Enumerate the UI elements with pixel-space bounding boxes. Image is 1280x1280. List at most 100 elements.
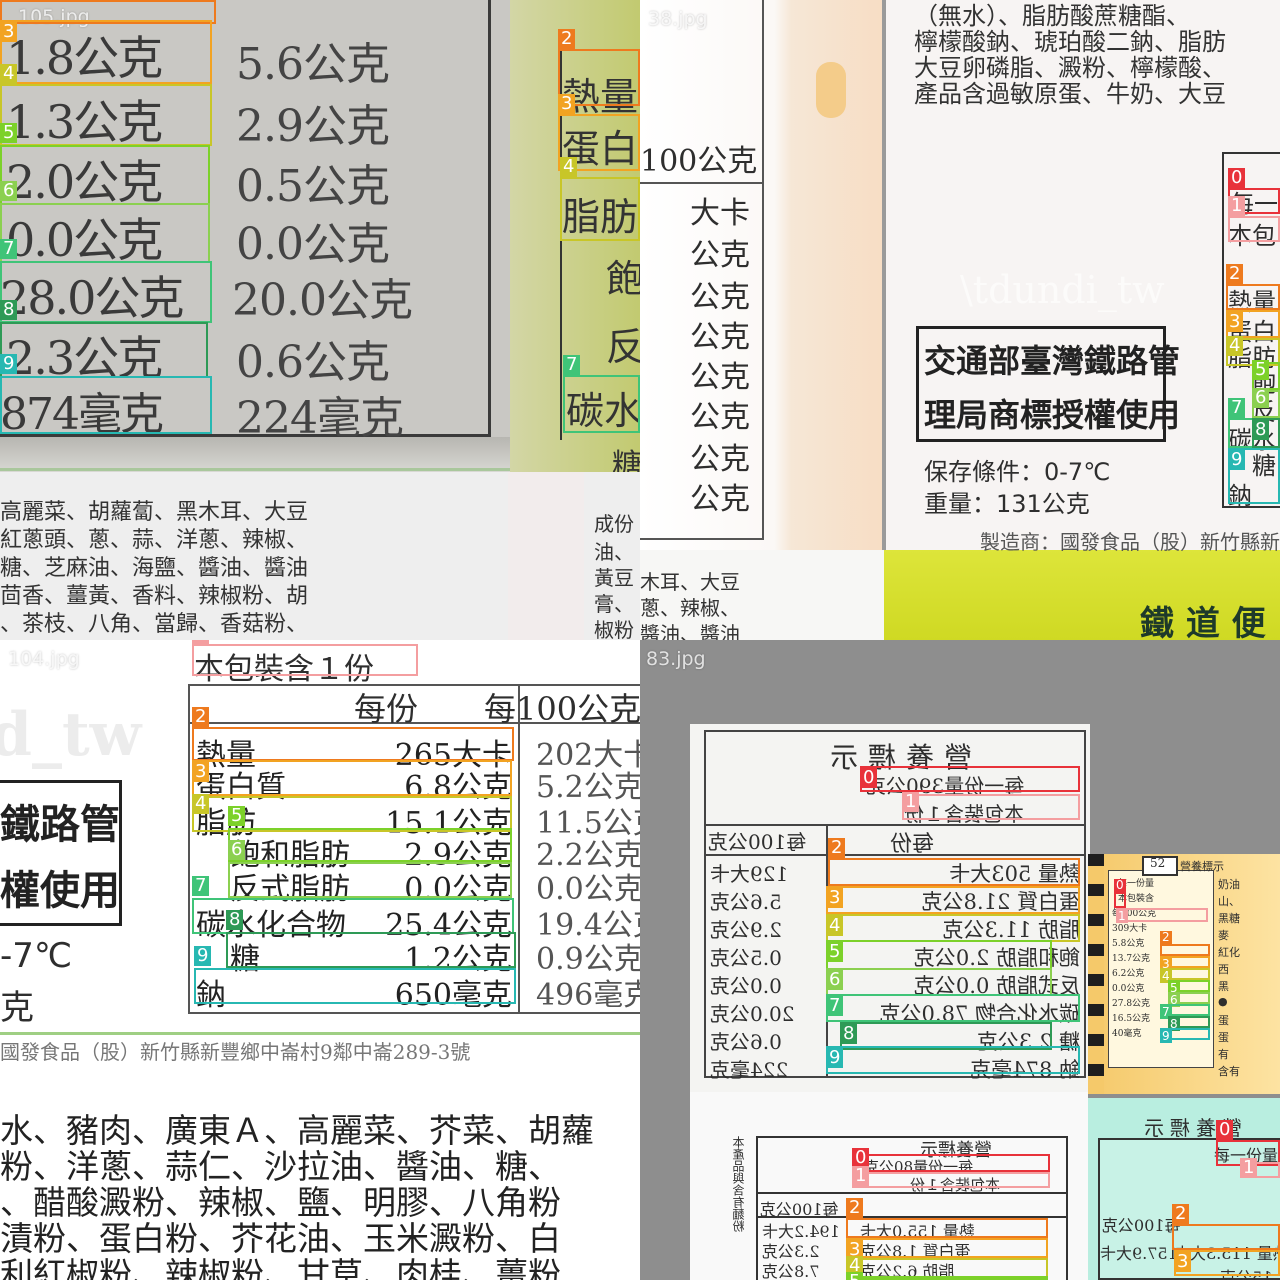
label-row: 5.8公克 bbox=[1112, 939, 1145, 949]
per-100g-value: 496毫克 bbox=[536, 978, 640, 1013]
bbox-class-3: 3 bbox=[1226, 310, 1280, 338]
bbox-class-9: 9 bbox=[1228, 448, 1280, 504]
side-ingredient: 椒粉 bbox=[594, 618, 634, 640]
table-border bbox=[188, 684, 190, 1014]
weight-text: 克 bbox=[0, 988, 34, 1028]
side-text: 本產品與含有麵粉 bbox=[732, 1136, 746, 1232]
side-label: 反 bbox=[606, 325, 640, 369]
table-value: 2.9公克 bbox=[236, 101, 390, 152]
trademark-line: 鐵路管 bbox=[0, 802, 120, 848]
unit-label: 公克 bbox=[690, 360, 750, 395]
bbox-label-icon: 1 bbox=[1228, 196, 1246, 216]
bbox-label-icon: 7 bbox=[826, 996, 844, 1016]
bbox-class-4: 4 bbox=[1160, 968, 1210, 983]
bbox-class-1: 1 bbox=[902, 792, 1080, 820]
label-row-100g: 0.6公克 bbox=[710, 1030, 782, 1054]
bbox-class-8: 8 bbox=[0, 300, 208, 378]
bbox-class-4: 4 bbox=[846, 1256, 1048, 1278]
bbox-label-icon: 3 bbox=[192, 762, 210, 782]
table-border bbox=[640, 182, 764, 184]
bbox-class-7: 7 bbox=[0, 239, 212, 323]
bbox-class-6: 6 bbox=[228, 840, 512, 898]
bbox-label-icon: 2 bbox=[1226, 264, 1244, 284]
bbox-class-3: 3 bbox=[192, 760, 512, 796]
bbox-label-icon: 3 bbox=[1226, 312, 1244, 332]
image-filename: 104.jpg bbox=[8, 648, 80, 670]
label-row-100g: 5.6公克 bbox=[710, 890, 782, 914]
bbox-label-icon: 7 bbox=[563, 355, 581, 375]
package-edge bbox=[508, 472, 584, 640]
trademark-line: 交通部臺灣鐵路管 bbox=[924, 342, 1181, 380]
label-header: 每100公克 bbox=[760, 1200, 839, 1219]
label-row-100g: 129大卡 bbox=[710, 862, 789, 886]
table-header: 100公克 bbox=[640, 144, 758, 179]
bbox-label-icon: 2 bbox=[192, 707, 210, 727]
bbox-label-icon: 7 bbox=[0, 239, 18, 259]
unit-label: 公克 bbox=[690, 280, 750, 315]
trademark-line: 理局商標授權使用 bbox=[924, 396, 1181, 434]
bbox-class-3: 3 bbox=[0, 20, 212, 84]
bbox-label-icon: 7 bbox=[192, 876, 210, 896]
peach-spot bbox=[816, 62, 846, 118]
label-row: 40毫克 bbox=[1112, 1029, 1142, 1039]
manufacturer-text: 製造商：國發食品（股）新竹縣新 bbox=[980, 530, 1280, 554]
bbox-label-icon: 1 bbox=[852, 1166, 870, 1186]
table-border bbox=[518, 684, 520, 1014]
table-value: 0.0公克 bbox=[236, 219, 390, 270]
bbox-label-icon: 9 bbox=[0, 354, 18, 374]
bbox-label-icon: 0 bbox=[860, 768, 878, 788]
bbox-class-1: 1 bbox=[192, 640, 418, 676]
side-label: 飽 bbox=[606, 257, 640, 301]
table-border bbox=[762, 0, 764, 540]
bbox-label-icon: 6 bbox=[228, 840, 246, 860]
bbox-label-icon: 0 bbox=[1216, 1120, 1234, 1140]
bbox-class-5: 5 bbox=[1168, 980, 1210, 995]
bbox-class-1: 1 bbox=[852, 1166, 1050, 1188]
label-row: 27.8公克 bbox=[1112, 999, 1151, 1009]
label-row-100g: 7.8公克 bbox=[762, 1262, 820, 1280]
bbox-class-2: 2 bbox=[846, 1198, 1048, 1238]
ingredients-line: 醬油、醬油 bbox=[640, 622, 740, 640]
label-row-100g: 224毫克 bbox=[710, 1058, 789, 1082]
bbox-label-icon: 9 bbox=[1228, 450, 1246, 470]
manufacturer-text: 國發食品（股）新竹縣新豐鄉中崙村9鄰中崙289-3號 bbox=[0, 1040, 471, 1064]
ingredients-line: 木耳、大豆 bbox=[640, 570, 740, 594]
bbox-label-icon: 0 bbox=[1114, 878, 1126, 892]
bbox-class-9: 9 bbox=[194, 946, 516, 1004]
bbox-label-icon: 9 bbox=[826, 1048, 844, 1068]
table-divider bbox=[0, 468, 510, 471]
bbox-label-icon: 2 bbox=[1172, 1204, 1190, 1224]
bbox-class-0: 0 bbox=[860, 766, 1080, 792]
bbox-label-icon: 9 bbox=[194, 946, 212, 966]
side-text: 奶油 bbox=[1218, 878, 1240, 891]
side-text: 黑 bbox=[1218, 980, 1229, 993]
label-row-100g: 20.0公克 bbox=[710, 1002, 795, 1026]
bbox-class-8: 8 bbox=[1168, 1016, 1210, 1031]
label-row-100g: 0.5公克 bbox=[710, 946, 782, 970]
unit-label: 公克 bbox=[690, 400, 750, 435]
mosaic-tile-104: d_tw 鐵路管 權使用 -7℃ 克 本包裝含１份 每份 每100公克 熱量 26… bbox=[0, 640, 640, 1280]
storage-text: -7℃ bbox=[0, 936, 73, 976]
pattern-stripes bbox=[1088, 854, 1104, 1094]
bbox-class-3: 3 bbox=[1174, 1250, 1280, 1276]
side-text: 含有 bbox=[1218, 1065, 1240, 1078]
watermark: d_tw bbox=[0, 700, 142, 770]
bbox-class-0: 0 bbox=[852, 1148, 1050, 1172]
side-text: 西 bbox=[1218, 963, 1229, 976]
bbox-class-6: 6 bbox=[1168, 992, 1210, 1007]
bbox-label-icon: 5 bbox=[826, 942, 844, 962]
bbox-label-icon: 4 bbox=[826, 916, 844, 936]
side-text: 蛋 bbox=[1218, 1031, 1229, 1044]
ingredients-line: 利紅椒粉、辣椒粉、甘草、肉桂、薑粉 bbox=[0, 1255, 561, 1280]
bbox-label-icon: 6 bbox=[1252, 388, 1270, 408]
side-text: 黑糖 bbox=[1218, 912, 1240, 925]
ingredients-line: 蔥、辣椒、 bbox=[640, 596, 740, 620]
bbox-label-icon: 5 bbox=[0, 123, 18, 143]
bbox-class-6: 6 bbox=[1252, 388, 1280, 418]
bbox-label-icon: 2 bbox=[846, 1198, 864, 1218]
mosaic-tile-38: 100公克 大卡 公克 公克 公克 公克 公克 公克 公克 毫克 木耳、大豆 蔥… bbox=[640, 0, 1280, 640]
bbox-label-icon: 4 bbox=[0, 64, 18, 84]
bbox-label-icon: 8 bbox=[0, 300, 18, 320]
weight-text: 重量：131公克 bbox=[924, 490, 1090, 518]
bbox-class-2: 2 bbox=[1226, 264, 1280, 310]
